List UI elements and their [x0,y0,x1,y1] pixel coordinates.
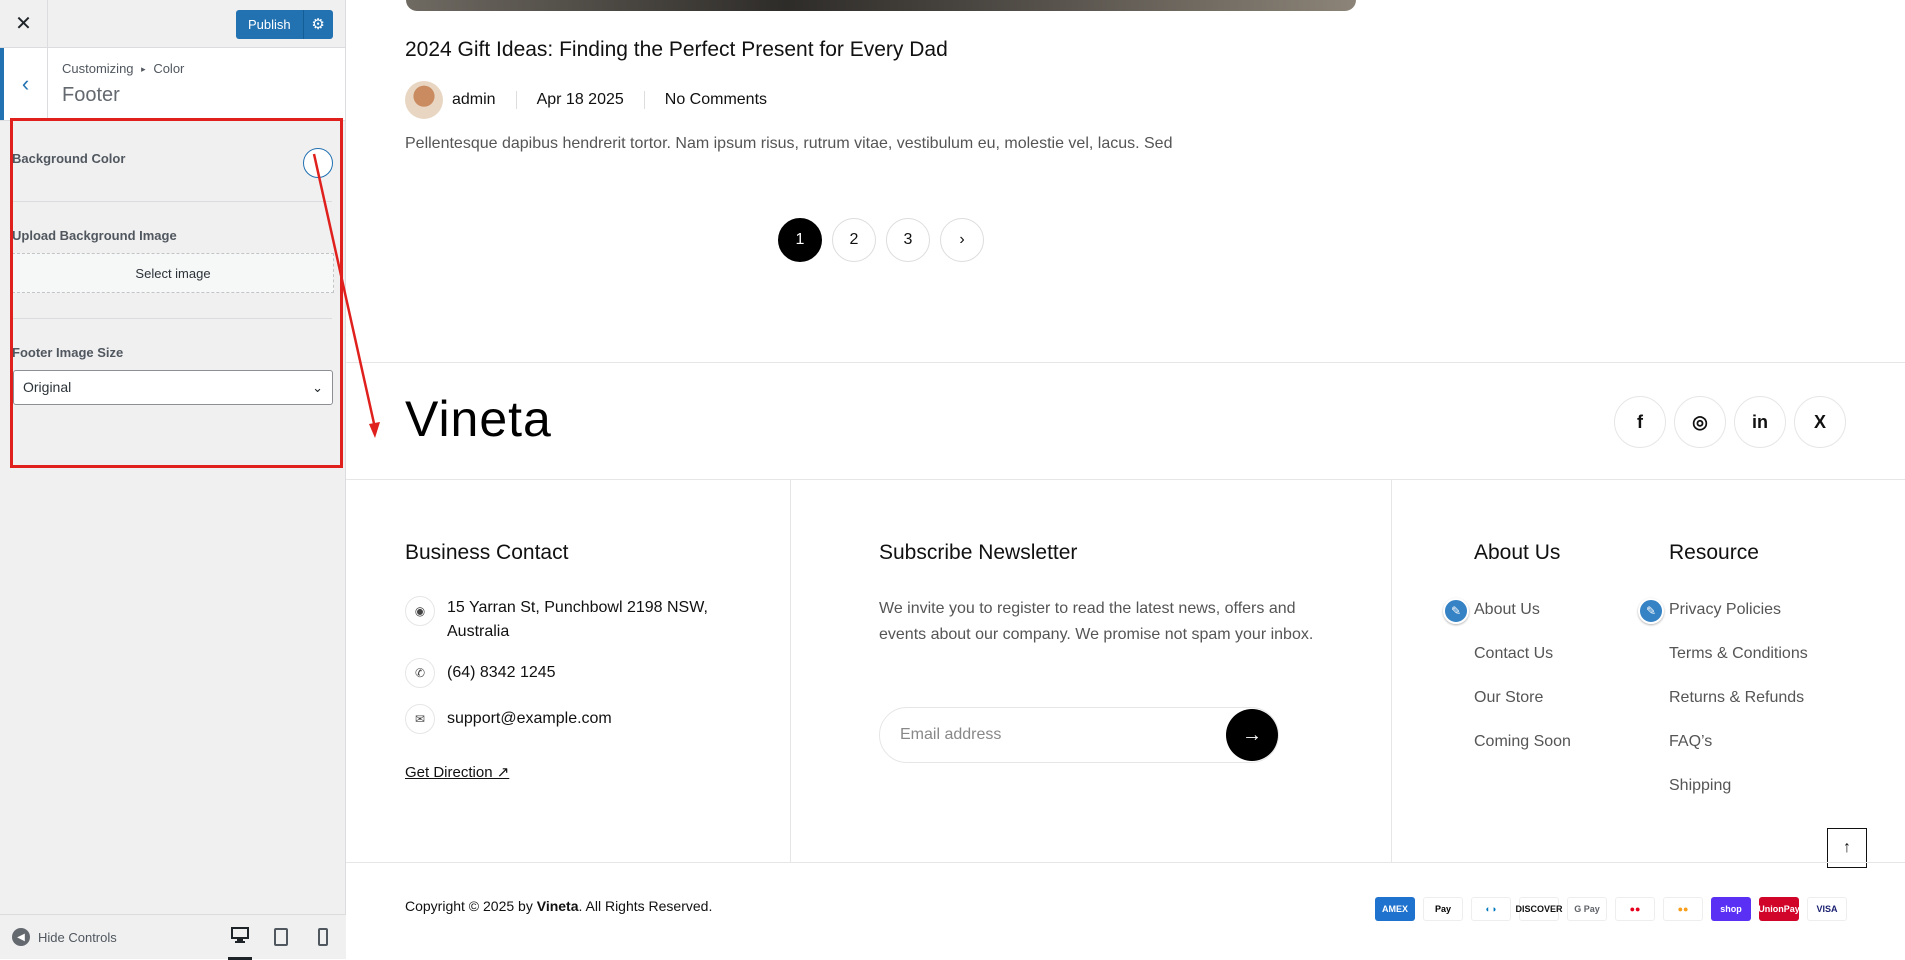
location-pin-icon: ◉ [405,596,435,626]
address-row: ◉ 15 Yarran St, Punchbowl 2198 NSW, Aust… [405,596,735,644]
shop-pay-icon: shop [1711,897,1751,921]
divider [346,479,1905,480]
section-header: ‹ Customizing ▸ Color Footer [0,48,345,121]
footer-link-faq[interactable]: FAQ’s [1669,733,1712,751]
email-row: ✉ support@example.com [405,704,612,734]
post-title[interactable]: 2024 Gift Ideas: Finding the Perfect Pre… [405,38,948,62]
facebook-icon[interactable]: f [1614,396,1666,448]
gear-icon[interactable]: ⚙ [302,10,333,39]
customizer-sidebar: ✕ Publish ⚙ ‹ Customizing ▸ Color Footer… [0,0,346,960]
site-logo[interactable]: Vineta [405,390,552,448]
panel-title: Footer [62,84,120,106]
newsletter-heading: Subscribe Newsletter [879,541,1078,564]
newsletter-text: We invite you to register to read the la… [879,600,1314,643]
discover-icon: DISCOVER [1516,897,1563,921]
post-meta: admin Apr 18 2025 No Comments [405,81,767,119]
copyright-brand: Vineta [536,898,579,914]
collapse-icon: ◀ [12,928,30,946]
resource-heading: Resource [1669,541,1759,564]
divider [643,91,645,109]
about-us-heading: About Us [1474,541,1561,564]
mastercard-icon: ●● [1663,897,1703,921]
footer-link-store[interactable]: Our Store [1474,689,1543,707]
page-link-3[interactable]: 3 [886,218,930,262]
site-preview: 2024 Gift Ideas: Finding the Perfect Pre… [346,0,1905,959]
annotation-highlight-box [10,118,343,468]
divider [790,479,791,862]
edit-shortcut-icon[interactable]: ✎ [1443,598,1469,624]
post-date: Apr 18 2025 [536,91,624,108]
mobile-preview-icon[interactable] [311,925,335,949]
copyright-prefix: Copyright © 2025 by [405,898,537,914]
footer-link-shipping[interactable]: Shipping [1669,777,1731,795]
post-author[interactable]: admin [452,91,496,109]
hide-controls-label: Hide Controls [38,929,117,945]
amex-icon: AMEX [1375,897,1415,921]
hide-controls-button[interactable]: ◀ Hide Controls [12,928,117,946]
back-icon[interactable]: ‹ [0,48,48,120]
pagination: 1 2 3 › [778,218,984,262]
customizer-header: ✕ Publish ⚙ [0,0,345,48]
email-input[interactable]: Email address [879,707,1279,763]
breadcrumb: Customizing ▸ Color [62,61,184,76]
google-pay-icon: G Pay [1567,897,1607,921]
footer-link-privacy[interactable]: Privacy Policies [1669,601,1781,619]
diners-icon: ◐◑ [1471,897,1511,921]
instagram-icon[interactable]: ◎ [1674,396,1726,448]
footer-link-coming-soon[interactable]: Coming Soon [1474,733,1571,751]
divider [346,362,1905,363]
next-page-icon[interactable]: › [940,218,984,262]
page-link-1[interactable]: 1 [778,218,822,262]
desktop-preview-icon[interactable] [228,925,252,960]
breadcrumb-arrow-icon: ▸ [141,64,146,74]
page-link-2[interactable]: 2 [832,218,876,262]
post-featured-image[interactable] [406,0,1356,11]
maestro-icon: ●● [1615,897,1655,921]
copyright-text: Copyright © 2025 by Vineta. All Rights R… [405,898,712,914]
business-contact-heading: Business Contact [405,541,569,564]
tablet-preview-icon[interactable] [269,925,293,949]
post-comments[interactable]: No Comments [665,91,767,109]
close-icon[interactable]: ✕ [0,0,48,47]
post-excerpt: Pellentesque dapibus hendrerit tortor. N… [405,135,1173,152]
publish-group: Publish ⚙ [236,10,333,39]
edit-shortcut-icon[interactable]: ✎ [1638,598,1664,624]
breadcrumb-root: Customizing [62,61,134,76]
email-text[interactable]: support@example.com [447,704,612,734]
footer-link-returns[interactable]: Returns & Refunds [1669,689,1804,707]
unionpay-icon: UnionPay [1758,897,1800,921]
footer-link-terms[interactable]: Terms & Conditions [1669,645,1808,663]
divider [346,862,1905,863]
customizer-footer: ◀ Hide Controls [0,914,346,960]
phone-text[interactable]: (64) 8342 1245 [447,658,556,688]
subscribe-arrow-icon[interactable]: → [1226,709,1278,761]
mail-icon: ✉ [405,704,435,734]
avatar [405,81,443,119]
address-text: 15 Yarran St, Punchbowl 2198 NSW, Austra… [447,599,708,640]
divider [515,91,517,109]
publish-button[interactable]: Publish [236,10,303,39]
footer-link-about[interactable]: About Us [1474,601,1540,619]
footer-link-contact[interactable]: Contact Us [1474,645,1553,663]
apple-pay-icon: Pay [1423,897,1463,921]
breadcrumb-section: Color [153,61,185,76]
x-icon[interactable]: X [1794,396,1846,448]
divider [1391,479,1392,862]
phone-icon: ✆ [405,658,435,688]
copyright-suffix: . All Rights Reserved. [578,898,713,914]
visa-icon: VISA [1807,897,1847,921]
get-direction-link[interactable]: Get Direction ↗ [405,763,509,781]
linkedin-icon[interactable]: in [1734,396,1786,448]
phone-row: ✆ (64) 8342 1245 [405,658,556,688]
